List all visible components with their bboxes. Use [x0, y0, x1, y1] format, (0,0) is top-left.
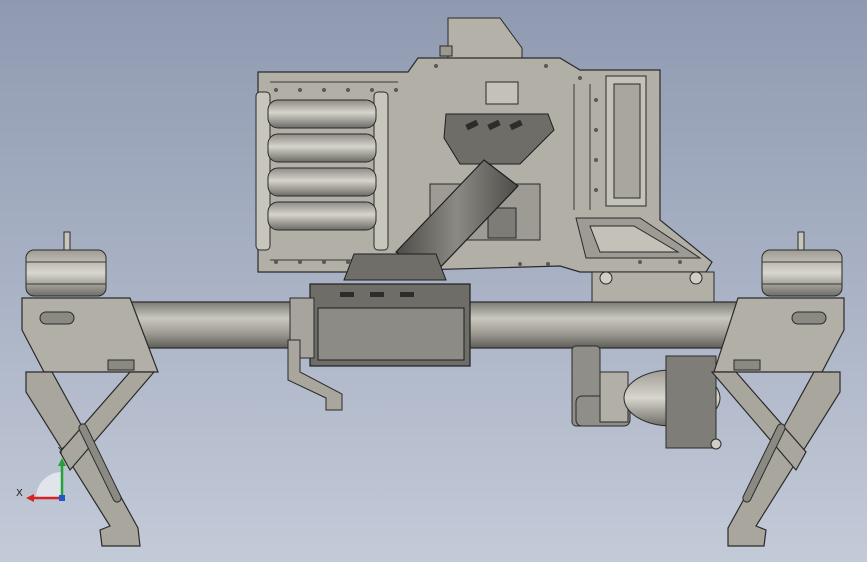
camera-gimbal	[571, 345, 722, 450]
x-axis-arrowhead	[26, 494, 34, 502]
triad-plane	[36, 472, 62, 498]
left-landing-leg	[21, 297, 159, 547]
right-landing-leg	[710, 297, 845, 547]
top-bracket	[439, 17, 523, 61]
right-motor	[761, 231, 843, 297]
cad-viewport[interactable]: X Y	[0, 0, 867, 562]
y-axis-label: Y	[57, 446, 65, 457]
left-motor	[25, 231, 107, 297]
center-hub	[287, 253, 471, 411]
drone-assembly-model[interactable]: X Y	[0, 0, 867, 562]
right-mount	[591, 271, 715, 303]
z-axis-dot	[59, 495, 65, 501]
battery-pack	[255, 91, 389, 251]
x-axis-label: X	[16, 488, 23, 499]
coordinate-triad: X Y	[16, 446, 66, 502]
